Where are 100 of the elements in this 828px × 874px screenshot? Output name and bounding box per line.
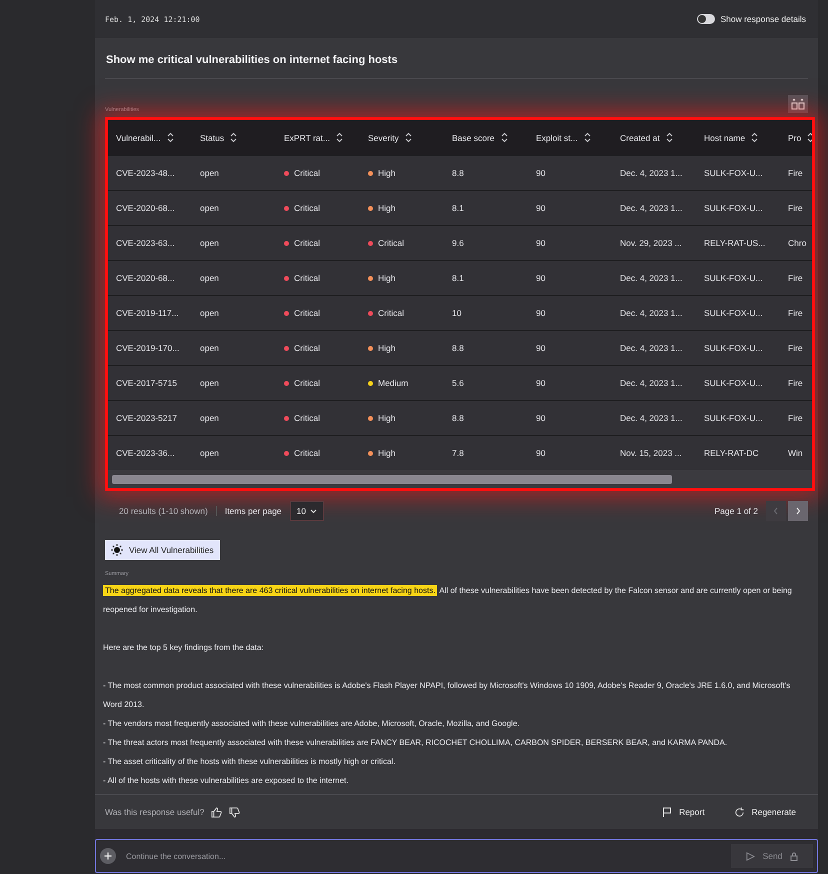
rating-label: Critical	[294, 343, 320, 353]
sort-icon	[404, 132, 413, 143]
table-cell: 8.8	[444, 400, 528, 435]
table-cell: CVE-2023-48...	[108, 155, 192, 190]
toggle-label: Show response details	[720, 14, 806, 24]
finding-item: - The asset criticality of the hosts with these vulnerabilities is mostly high or critical.	[103, 756, 396, 768]
horizontal-scrollbar[interactable]	[108, 470, 812, 488]
table-cell: RELY-RAT-DC	[696, 435, 780, 470]
column-header[interactable]: Pro	[780, 120, 812, 155]
column-header[interactable]: ExPRT rat...	[276, 120, 360, 155]
table-cell: Fire	[780, 260, 812, 295]
table-cell: Nov. 29, 2023 ...	[612, 225, 696, 260]
collapse-button[interactable]	[788, 95, 808, 113]
table-cell: CVE-2020-68...	[108, 190, 192, 225]
table-cell: open	[192, 295, 276, 330]
send-icon	[746, 852, 755, 860]
finding-item: - The threat actors most frequently associated with these vulnerabilities are FANCY BEAR, RICOCHET CHOLLIMA, CARBON SPIDER, BERSERK BEAR, and KARMA PANDA.	[103, 737, 728, 749]
table-cell: SULK-FOX-U...	[696, 295, 780, 330]
items-per-page-label: Items per page	[224, 506, 282, 516]
page-size-select[interactable]: 10	[290, 501, 324, 521]
column-header[interactable]: Exploit st...	[528, 120, 612, 155]
sort-icon	[750, 132, 760, 143]
sort-icon	[334, 132, 344, 143]
toggle-switch[interactable]	[697, 14, 716, 24]
column-header[interactable]: Vulnerabil...	[108, 120, 192, 155]
prompt-title: Show me critical vulnerabilities on internet facing hosts	[105, 38, 808, 79]
table-cell: open	[192, 400, 276, 435]
table-cell: CVE-2019-117...	[108, 295, 192, 330]
table-cell: Win	[780, 435, 812, 470]
table-cell: open	[192, 330, 276, 365]
table-cell: 90	[528, 295, 612, 330]
table-cell: Fire	[780, 400, 812, 435]
results-count: 20 results (1-10 shown)	[119, 506, 217, 516]
table-cell: 9.6	[444, 225, 528, 260]
table-cell: open	[192, 365, 276, 400]
send-button[interactable]: Send	[731, 844, 813, 868]
lock-icon	[790, 852, 798, 860]
table-cell: 8.8	[444, 155, 528, 190]
table-cell: Fire	[780, 155, 812, 190]
finding-item: - The most common product associated with these vulnerabilities is Adobe's Flash Player NPAPI, followed by Microsoft's Windows 10 1909, Adobe's Reader 9, Oracle's JRE 1.6.0, and Microsoft's Word 2013.	[103, 680, 792, 711]
chevron-icon	[795, 507, 801, 515]
table-cell: RELY-RAT-US...	[696, 225, 780, 260]
table-cell: 90	[528, 330, 612, 365]
table-cell: SULK-FOX-U...	[696, 400, 780, 435]
table-cell: 10	[444, 295, 528, 330]
sort-icon	[582, 132, 592, 143]
report-button[interactable]: Report	[662, 807, 705, 817]
message-composer[interactable]: Continue the conversation... Send	[95, 839, 818, 873]
table-cell: 8.8	[444, 330, 528, 365]
flag-icon	[662, 807, 672, 817]
table-cell: Dec. 4, 2023 1...	[612, 155, 696, 190]
chevron-down-icon	[310, 508, 317, 514]
table-cell: Nov. 15, 2023 ...	[612, 435, 696, 470]
table-cell: open	[192, 155, 276, 190]
sort-icon	[229, 132, 238, 143]
sun-icon	[111, 544, 123, 556]
column-header[interactable]: Status	[192, 120, 276, 155]
table-cell: Fire	[780, 330, 812, 365]
table-cell: Fire	[780, 365, 812, 400]
thumbs-down-icon[interactable]	[229, 806, 240, 818]
rating-label: High	[378, 168, 396, 178]
column-header[interactable]: Host name	[696, 120, 780, 155]
thumbs-up-icon[interactable]	[211, 806, 222, 818]
rating-label: High	[378, 448, 396, 458]
table-cell: open	[192, 225, 276, 260]
column-header[interactable]: Created at	[612, 120, 696, 155]
view-all-button[interactable]: View All Vulnerabilities	[105, 540, 220, 560]
rating-label: Critical	[294, 308, 320, 318]
add-button[interactable]	[100, 848, 116, 864]
table-cell: open	[192, 190, 276, 225]
regenerate-button[interactable]: Regenerate	[734, 806, 796, 818]
feedback-question: Was this response useful?	[105, 807, 204, 817]
table-cell: CVE-2019-170...	[108, 330, 192, 365]
table-cell: 5.6	[444, 365, 528, 400]
column-header[interactable]: Base score	[444, 120, 528, 155]
table-cell: 90	[528, 225, 612, 260]
table-cell: SULK-FOX-U...	[696, 190, 780, 225]
table-cell: Fire	[780, 295, 812, 330]
rating-label: Critical	[294, 273, 320, 283]
collapse-icon	[791, 98, 805, 110]
table-cell: 8.1	[444, 190, 528, 225]
findings-intro: Here are the top 5 key findings from the data:	[103, 642, 265, 654]
sort-icon	[500, 132, 509, 143]
table-cell: CVE-2023-5217	[108, 400, 192, 435]
finding-item: - All of the hosts with these vulnerabilities are exposed to the internet.	[103, 775, 350, 787]
table-cell: Chro	[780, 225, 812, 260]
table-cell: Dec. 4, 2023 1...	[612, 365, 696, 400]
table-cell: Dec. 4, 2023 1...	[612, 260, 696, 295]
sort-icon	[664, 132, 674, 143]
table-cell: 90	[528, 400, 612, 435]
page-indicator: Page 1 of 2	[714, 506, 758, 516]
rating-label: High	[378, 203, 396, 213]
rating-label: Critical	[294, 413, 320, 423]
table-cell: 90	[528, 190, 612, 225]
rating-label: High	[378, 413, 396, 423]
finding-item: - The vendors most frequently associated with these vulnerabilities are Adobe, Microsoft, Oracle, Mozilla, and Google.	[103, 718, 521, 730]
table-cell: SULK-FOX-U...	[696, 260, 780, 295]
table-cell: open	[192, 260, 276, 295]
column-header[interactable]: Severity	[360, 120, 444, 155]
table-cell: 90	[528, 260, 612, 295]
